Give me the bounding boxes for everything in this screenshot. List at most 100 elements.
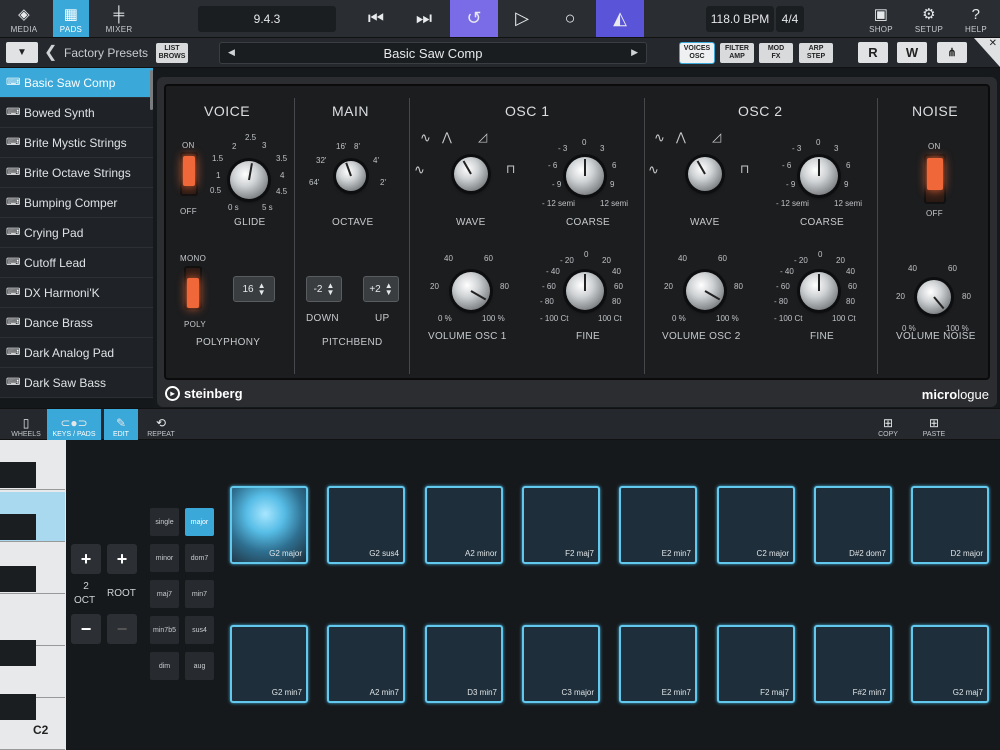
back-button[interactable]: ❮ (44, 42, 57, 62)
black-key[interactable] (0, 462, 36, 488)
signature-display[interactable]: 4/4 (776, 6, 804, 32)
black-key[interactable] (0, 640, 36, 666)
edit-button[interactable]: ✎ EDIT (104, 409, 138, 440)
chord-type-button[interactable]: min7 (185, 580, 214, 608)
white-key[interactable] (0, 596, 65, 646)
preset-list-scrollbar[interactable] (150, 70, 153, 110)
black-key[interactable] (0, 566, 36, 592)
list-item[interactable]: ⌨ Bowed Synth (0, 98, 153, 128)
position-display[interactable]: 9.4.3 (198, 6, 336, 32)
root-down-button[interactable]: − (107, 614, 137, 644)
tab-mod[interactable]: MOD FX (759, 43, 793, 63)
pitchbend-down-spinner[interactable]: -2 ▲ ▼ (306, 276, 342, 302)
list-item[interactable]: ⌨ Bumping Comper (0, 188, 153, 218)
write-button[interactable]: W (897, 42, 927, 63)
octave-down-button[interactable]: − (71, 614, 101, 644)
fine-knob[interactable] (800, 272, 838, 310)
volume-knob[interactable] (686, 272, 724, 310)
octave-knob[interactable] (336, 161, 366, 191)
wave-knob[interactable] (454, 157, 488, 191)
copy-button[interactable]: ⊞ COPY (872, 409, 904, 440)
pads-button[interactable]: ▦ PADS (53, 0, 89, 37)
tempo-display[interactable]: 118.0 BPM (706, 6, 774, 32)
play-button[interactable]: ▷ (498, 0, 546, 37)
chord-pad[interactable]: G2 min7 (230, 625, 308, 703)
chord-pad[interactable]: D2 major (911, 486, 989, 564)
mini-keyboard[interactable] (0, 440, 66, 750)
list-browse-button[interactable]: LIST BROWS (156, 43, 188, 63)
list-item[interactable]: ⌨ Dark Saw Bass (0, 368, 153, 398)
chord-pad[interactable]: C2 major (717, 486, 795, 564)
mixer-button[interactable]: ╪ MIXER (100, 0, 138, 37)
list-item[interactable]: ⌨ DX Harmoni'K (0, 278, 153, 308)
chord-pad[interactable]: A2 minor (425, 486, 503, 564)
chord-type-button[interactable]: major (185, 508, 214, 536)
wheels-button[interactable]: ▯ WHEELS (8, 409, 44, 440)
coarse-knob[interactable] (566, 157, 604, 195)
wave-knob[interactable] (688, 157, 722, 191)
list-item[interactable]: ⌨ Basic Saw Comp (0, 68, 153, 98)
list-item[interactable]: ⌨ Brite Octave Strings (0, 158, 153, 188)
cycle-button[interactable]: ↺ (450, 0, 498, 37)
preset-selector[interactable]: ◀ Basic Saw Comp ▶ (219, 42, 647, 64)
list-item[interactable]: ⌨ Crying Pad (0, 218, 153, 248)
chord-type-button[interactable]: aug (185, 652, 214, 680)
dropdown-button[interactable]: ▼ (6, 42, 38, 63)
coarse-knob[interactable] (800, 157, 838, 195)
go-to-end-button[interactable]: ⏭ (400, 0, 448, 37)
chord-pad[interactable]: D3 min7 (425, 625, 503, 703)
polyphony-switch[interactable] (184, 266, 202, 310)
root-up-button[interactable]: + (107, 544, 137, 574)
go-to-start-button[interactable]: ⏮ (352, 0, 400, 37)
chord-pad[interactable]: G2 maj7 (911, 625, 989, 703)
media-button[interactable]: ◈ MEDIA (8, 0, 40, 37)
pitchbend-up-spinner[interactable]: +2 ▲ ▼ (363, 276, 399, 302)
chord-pad[interactable]: F2 maj7 (717, 625, 795, 703)
chord-type-button[interactable]: single (150, 508, 179, 536)
noise-switch[interactable] (924, 154, 946, 204)
noise-volume-knob[interactable] (917, 280, 951, 314)
chord-pad[interactable]: G2 major (230, 486, 308, 564)
list-item[interactable]: ⌨ Dark Analog Pad (0, 338, 153, 368)
keys-pads-button[interactable]: ⊂●⊃ KEYS / PADS (47, 409, 101, 440)
glide-knob[interactable] (230, 161, 268, 199)
black-key[interactable] (0, 514, 36, 540)
chord-type-button[interactable]: min7b5 (150, 616, 179, 644)
chord-pad[interactable]: E2 min7 (619, 625, 697, 703)
setup-button[interactable]: ⚙ SETUP (913, 0, 945, 37)
glide-switch[interactable] (180, 152, 198, 196)
read-button[interactable]: R (858, 42, 888, 63)
chord-pad[interactable]: G2 sus4 (327, 486, 405, 564)
chord-pad[interactable]: E2 min7 (619, 486, 697, 564)
list-item[interactable]: ⌨ Dance Brass (0, 308, 153, 338)
paste-button[interactable]: ⊞ PASTE (918, 409, 950, 440)
tab-arp[interactable]: ARP STEP (799, 43, 833, 63)
fine-knob[interactable] (566, 272, 604, 310)
chord-type-button[interactable]: dim (150, 652, 179, 680)
chord-type-button[interactable]: sus4 (185, 616, 214, 644)
black-key[interactable] (0, 694, 36, 720)
voices-spinner[interactable]: 16 ▲ ▼ (233, 276, 275, 302)
chord-type-button[interactable]: dom7 (185, 544, 214, 572)
chord-pad[interactable]: A2 min7 (327, 625, 405, 703)
next-preset-icon[interactable]: ▶ (631, 47, 638, 58)
shop-button[interactable]: ▣ SHOP (866, 0, 896, 37)
chord-pad[interactable]: F#2 min7 (814, 625, 892, 703)
tab-filter[interactable]: FILTER AMP (720, 43, 754, 63)
chord-pad[interactable]: F2 maj7 (522, 486, 600, 564)
chord-pad[interactable]: D#2 dom7 (814, 486, 892, 564)
record-button[interactable]: ○ (546, 0, 594, 37)
share-button[interactable]: ⋔ (937, 42, 967, 63)
close-icon[interactable]: ✕ (974, 38, 1000, 67)
volume-knob[interactable] (452, 272, 490, 310)
repeat-button[interactable]: ⟲ REPEAT (144, 409, 178, 440)
chord-type-button[interactable]: maj7 (150, 580, 179, 608)
octave-up-button[interactable]: + (71, 544, 101, 574)
help-button[interactable]: ? HELP (962, 0, 990, 37)
chord-pad[interactable]: C3 major (522, 625, 600, 703)
list-item[interactable]: ⌨ Brite Mystic Strings (0, 128, 153, 158)
list-item[interactable]: ⌨ Cutoff Lead (0, 248, 153, 278)
metronome-button[interactable]: ◭ (596, 0, 644, 37)
chord-type-button[interactable]: minor (150, 544, 179, 572)
tab-voices[interactable]: VOICES OSC (680, 43, 714, 63)
